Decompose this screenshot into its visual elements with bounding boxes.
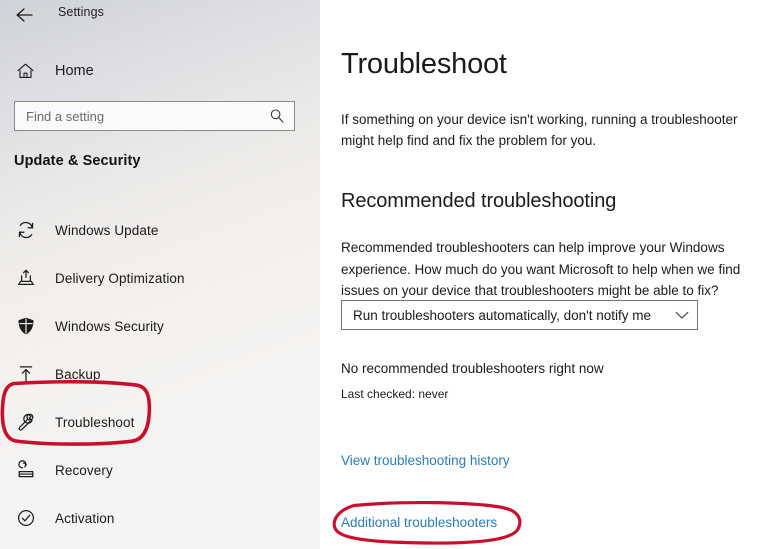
sidebar-item-activation[interactable]: Activation (0, 494, 320, 542)
search-icon[interactable] (264, 108, 294, 124)
sidebar-item-delivery-optimization[interactable]: Delivery Optimization (0, 254, 320, 302)
sidebar-item-recovery[interactable]: Recovery (0, 446, 320, 494)
wrench-icon (14, 410, 38, 434)
sidebar: Settings Home Update & Security (0, 0, 320, 549)
sidebar-nav-list: Windows Update Delivery Optimization Win… (0, 206, 320, 542)
home-icon (14, 60, 36, 82)
recommended-troubleshooting-body: Recommended troubleshooters can help imp… (341, 240, 741, 298)
shield-icon (14, 314, 38, 338)
search-input[interactable] (15, 102, 264, 130)
recommended-troubleshooting-title: Recommended troubleshooting (341, 190, 617, 212)
additional-troubleshooters-link[interactable]: Additional troubleshooters (341, 515, 497, 530)
sidebar-item-backup[interactable]: Backup (0, 350, 320, 398)
settings-window: Settings Home Update & Security (0, 0, 779, 549)
sidebar-item-recovery-label: Recovery (55, 462, 113, 478)
back-arrow-icon[interactable] (13, 4, 37, 26)
check-circle-icon (14, 506, 38, 530)
upload-box-icon (14, 266, 38, 290)
recommended-troubleshooting-dropdown[interactable]: Run troubleshooters automatically, don't… (341, 300, 698, 330)
sidebar-item-activation-label: Activation (55, 510, 115, 526)
sidebar-item-backup-label: Backup (55, 366, 101, 382)
sidebar-item-windows-security-label: Windows Security (55, 318, 164, 334)
sidebar-item-delivery-optimization-label: Delivery Optimization (55, 270, 185, 286)
page-title: Troubleshoot (341, 48, 507, 80)
sidebar-section-heading: Update & Security (14, 153, 141, 169)
sidebar-item-windows-update-label: Windows Update (55, 222, 159, 238)
search-box[interactable] (14, 101, 295, 131)
sidebar-item-windows-update[interactable]: Windows Update (0, 206, 320, 254)
chevron-down-icon[interactable] (667, 310, 697, 320)
recommended-status-message: No recommended troubleshooters right now (341, 361, 604, 376)
upload-arrow-icon (14, 362, 38, 386)
sidebar-item-troubleshoot[interactable]: Troubleshoot (0, 398, 320, 446)
intro-text: If something on your device isn't workin… (341, 112, 738, 148)
sidebar-item-home[interactable]: Home (0, 56, 300, 86)
view-troubleshooting-history-link[interactable]: View troubleshooting history (341, 453, 510, 468)
sidebar-item-home-label: Home (55, 63, 94, 79)
dropdown-selected-value: Run troubleshooters automatically, don't… (353, 307, 651, 323)
main-content: Troubleshoot If something on your device… (320, 0, 779, 549)
sidebar-item-windows-security[interactable]: Windows Security (0, 302, 320, 350)
window-title: Settings (58, 5, 104, 19)
recovery-icon (14, 458, 38, 482)
last-checked-text: Last checked: never (341, 387, 449, 401)
title-bar: Settings (0, 0, 320, 30)
sidebar-item-troubleshoot-label: Troubleshoot (55, 414, 135, 430)
sync-icon (14, 218, 38, 242)
